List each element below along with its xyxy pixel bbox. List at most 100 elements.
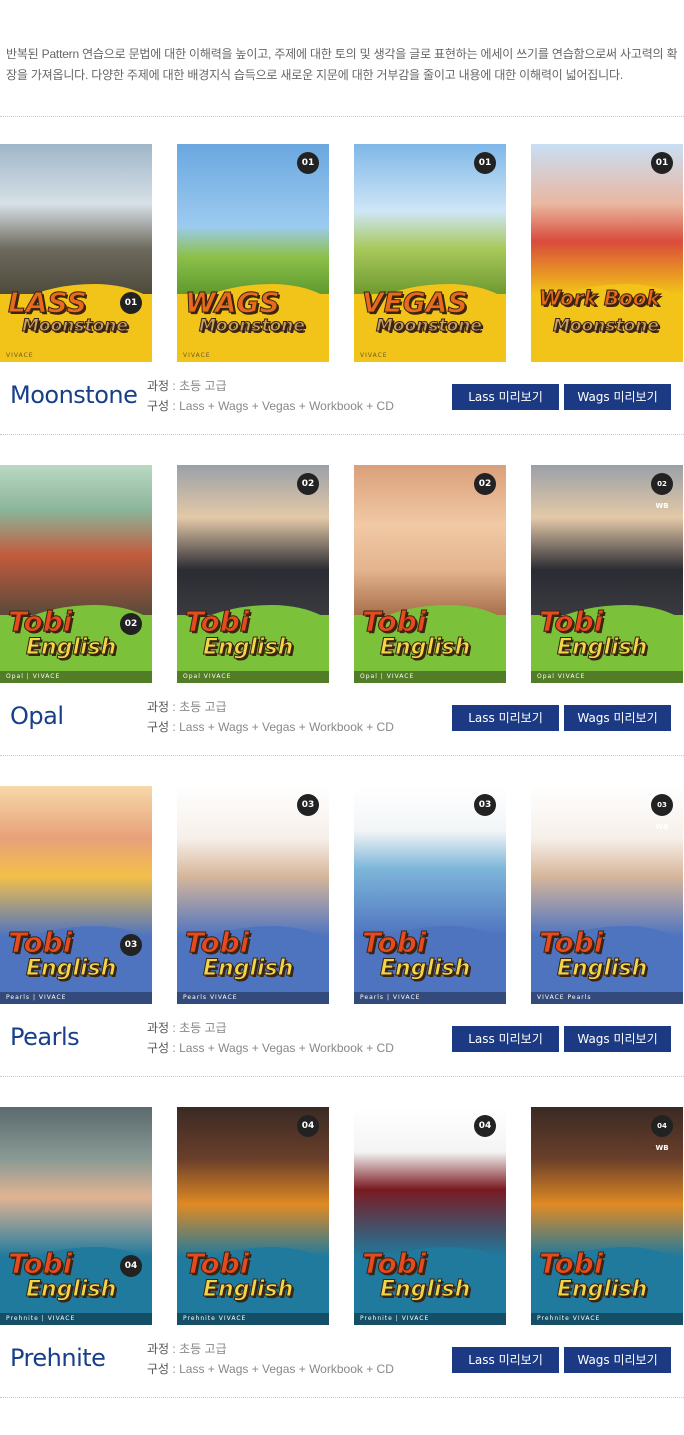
colon-separator: :	[169, 720, 180, 734]
cover-footer: Pearls VIVACE	[177, 992, 329, 1004]
cover-title: Tobi	[538, 1247, 604, 1281]
cover-title: Tobi	[538, 926, 604, 960]
course-label: 과정	[147, 1342, 170, 1356]
compose-value: Lass + Wags + Vegas + Workbook + CD	[179, 1041, 394, 1055]
series-title: Pearls	[10, 1023, 80, 1051]
course-label: 과정	[147, 700, 170, 714]
series-meta: 과정 : 초등 고급 구성 : Lass + Wags + Vegas + Wor…	[147, 376, 394, 416]
cover-footer: VIVACE	[183, 352, 211, 359]
cover-subtitle: English	[379, 1277, 471, 1303]
course-row: 과정 : 초등 고급	[147, 376, 394, 396]
wags-preview-button[interactable]: Wags 미리보기	[564, 384, 671, 410]
colon-separator: :	[169, 399, 180, 413]
cover-title: Tobi	[361, 605, 427, 639]
lass-preview-button[interactable]: Lass 미리보기	[452, 705, 559, 731]
cover-title: Tobi	[184, 1247, 250, 1281]
cover-title: Work Book	[539, 286, 661, 311]
lass-preview-button[interactable]: Lass 미리보기	[452, 1026, 559, 1052]
level-badge: 04 WB	[651, 1115, 673, 1152]
classroom-hands-up-photo	[0, 465, 152, 615]
cover-title: Tobi	[361, 926, 427, 960]
book-cover[interactable]: Tobi English 03 Pearls | VIVACE	[354, 786, 506, 1004]
course-label: 과정	[147, 1021, 170, 1035]
cover-title: Tobi	[184, 926, 250, 960]
book-cover[interactable]: Work Book Moonstone 01	[531, 144, 683, 362]
level-badge: 01	[651, 152, 673, 174]
level-badge: 03	[120, 934, 142, 956]
lass-preview-button[interactable]: Lass 미리보기	[452, 384, 559, 410]
cover-subtitle: English	[379, 956, 471, 982]
cover-title: Tobi	[7, 605, 73, 639]
cover-title: Tobi	[184, 605, 250, 639]
series-section-prehnite: Tobi English 04 Prehnite | VIVACE Tobi Englis…	[0, 1107, 684, 1427]
cover-title: WAGS	[185, 286, 281, 320]
book-cover[interactable]: Tobi English 04 WB Prehnite VIVACE	[531, 1107, 683, 1325]
book-cover[interactable]: Tobi English 02 Opal | VIVACE	[0, 465, 152, 683]
cover-footer: Pearls | VIVACE	[0, 992, 152, 1004]
series-section-opal: Tobi English 02 Opal | VIVACE Tobi English 02 O…	[0, 465, 684, 785]
course-row: 과정 : 초등 고급	[147, 1018, 394, 1038]
colon-separator: :	[169, 1342, 180, 1356]
kids-chalkboard-photo	[0, 1107, 152, 1257]
book-cover[interactable]: Tobi English 03 Pearls | VIVACE	[0, 786, 152, 1004]
cover-title: Tobi	[7, 1247, 73, 1281]
cover-footer	[531, 350, 683, 362]
level-badge: 01	[297, 152, 319, 174]
cyclist-mountain-photo	[0, 144, 152, 294]
cover-subtitle: English	[25, 1277, 117, 1303]
compose-label: 구성	[147, 399, 170, 413]
cover-subtitle: Moonstone	[553, 316, 660, 337]
level-badge: 03 WB	[651, 794, 673, 831]
series-title: Moonstone	[10, 381, 138, 409]
kids-circle-photo	[0, 786, 152, 936]
colon-separator: :	[169, 1021, 180, 1035]
book-cover[interactable]: VEGAS Moonstone 01 VIVACE	[354, 144, 506, 362]
book-cover[interactable]: Tobi English 02 Opal | VIVACE	[354, 465, 506, 683]
book-cover[interactable]: Tobi English 04 Prehnite | VIVACE	[0, 1107, 152, 1325]
cover-subtitle: English	[379, 635, 471, 661]
compose-row: 구성 : Lass + Wags + Vegas + Workbook + CD	[147, 717, 394, 737]
series-title: Opal	[10, 702, 64, 730]
book-cover[interactable]: Tobi English 03 WB VIVACE Pearls	[531, 786, 683, 1004]
compose-value: Lass + Wags + Vegas + Workbook + CD	[179, 1362, 394, 1376]
colon-separator: :	[169, 379, 180, 393]
compose-row: 구성 : Lass + Wags + Vegas + Workbook + CD	[147, 1038, 394, 1058]
cover-subtitle: English	[556, 1277, 648, 1303]
cover-title: LASS	[8, 286, 88, 320]
compose-row: 구성 : Lass + Wags + Vegas + Workbook + CD	[147, 396, 394, 416]
compose-label: 구성	[147, 1362, 170, 1376]
series-meta: 과정 : 초등 고급구성 : Lass + Wags + Vegas + Wor…	[147, 1339, 394, 1379]
series-meta: 과정 : 초등 고급 구성 : Lass + Wags + Vegas + Wor…	[147, 1018, 394, 1058]
lass-preview-button[interactable]: Lass 미리보기	[452, 1347, 559, 1373]
course-row: 과정 : 초등 고급	[147, 1339, 394, 1359]
colon-separator: :	[169, 1362, 180, 1376]
wags-preview-button[interactable]: Wags 미리보기	[564, 1026, 671, 1052]
course-label: 과정	[147, 379, 170, 393]
book-cover[interactable]: Tobi English 04 Prehnite VIVACE	[177, 1107, 329, 1325]
wags-preview-button[interactable]: Wags 미리보기	[564, 1347, 671, 1373]
book-cover[interactable]: Tobi English 02 Opal VIVACE	[177, 465, 329, 683]
cover-subtitle: Moonstone	[376, 316, 483, 337]
book-cover[interactable]: LASS Moonstone 01 VIVACE	[0, 144, 152, 362]
level-badge: 04	[474, 1115, 496, 1137]
cover-subtitle: English	[556, 956, 648, 982]
compose-label: 구성	[147, 1041, 170, 1055]
book-cover[interactable]: WAGS Moonstone 01 VIVACE	[177, 144, 329, 362]
book-cover[interactable]: Tobi English 02 WB Opal VIVACE	[531, 465, 683, 683]
wags-preview-button[interactable]: Wags 미리보기	[564, 705, 671, 731]
cover-title: Tobi	[7, 926, 73, 960]
course-value: 초등 고급	[179, 1021, 227, 1035]
book-cover[interactable]: Tobi English 03 Pearls VIVACE	[177, 786, 329, 1004]
cover-footer: VIVACE	[6, 352, 34, 359]
course-value: 초등 고급	[179, 379, 227, 393]
cover-title: Tobi	[361, 1247, 427, 1281]
course-value: 초등 고급	[179, 700, 227, 714]
book-cover[interactable]: Tobi English 04 Prehnite | VIVACE	[354, 1107, 506, 1325]
cover-footer: Prehnite VIVACE	[177, 1313, 329, 1325]
compose-value: Lass + Wags + Vegas + Workbook + CD	[179, 720, 394, 734]
cover-subtitle: English	[25, 635, 117, 661]
series-section-pearls: Tobi English 03 Pearls | VIVACE Tobi English 0…	[0, 786, 684, 1106]
intro-text: 반복된 Pattern 연습으로 문법에 대한 이해력을 높이고, 주제에 대한…	[6, 47, 678, 82]
cover-footer: Prehnite | VIVACE	[354, 1313, 506, 1325]
cover-subtitle: English	[202, 1277, 294, 1303]
